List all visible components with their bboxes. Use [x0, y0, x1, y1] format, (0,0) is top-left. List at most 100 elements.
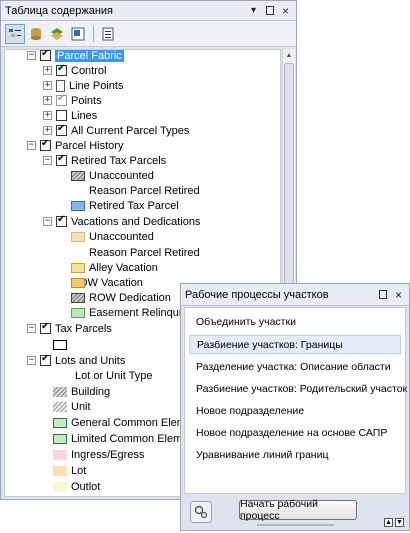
list-by-visibility-icon[interactable]	[47, 24, 67, 44]
toc-title: Таблица содержания	[5, 4, 113, 17]
toolbar-separator	[93, 25, 94, 42]
workflow-item-adjust-boundary-lines[interactable]: Уравнивание линий границ	[189, 446, 401, 465]
hatched-swatch-icon	[71, 292, 85, 303]
collapse-icon[interactable]: −	[27, 324, 36, 333]
collapse-icon[interactable]: −	[27, 51, 36, 60]
auto-hide-pin-button[interactable]	[263, 4, 276, 17]
legend-label: Building	[71, 385, 111, 398]
legend-label: ROW Dedication	[89, 291, 171, 304]
tree-node-vacations[interactable]: − Vacations and Dedications	[43, 214, 200, 229]
expand-icon[interactable]: +	[43, 66, 52, 75]
document-icon	[56, 79, 65, 92]
legend-heading-lot-or-unit-type: Lot or Unit Type	[75, 368, 152, 383]
list-by-selection-icon[interactable]	[68, 24, 88, 44]
green-swatch-icon	[71, 307, 85, 318]
workflow-item-split-parent-parcel[interactable]: Разбиение участков: Родительский участок	[189, 380, 407, 399]
layer-checkbox[interactable]	[56, 63, 67, 76]
layer-label: All Current Parcel Types	[71, 124, 190, 137]
layer-label: Line Points	[69, 79, 124, 92]
tree-node-retired-tax-parcels[interactable]: − Retired Tax Parcels	[43, 153, 166, 168]
legend-item-building: Building	[53, 384, 110, 399]
legend-label: Retired Tax Parcel	[89, 199, 179, 212]
toc-titlebar: Таблица содержания ▾ ×	[1, 1, 296, 21]
tree-node-tax-parcels[interactable]: − Tax Parcels	[27, 321, 112, 336]
workflows-titlebar: Рабочие процессы участков ×	[181, 284, 409, 306]
tree-node-all-current-parcel-types[interactable]: + All Current Parcel Types	[43, 123, 189, 138]
tree-node-lots-and-units[interactable]: − Lots and Units	[27, 353, 125, 368]
scroll-up-icon[interactable]: ▲	[283, 49, 295, 62]
expand-icon[interactable]: +	[43, 111, 52, 120]
list-by-source-icon[interactable]	[26, 24, 46, 44]
list-by-drawing-order-icon[interactable]	[5, 23, 25, 44]
workflow-item-new-subdivision[interactable]: Новое подразделение	[189, 402, 401, 421]
expand-window-icon[interactable]: ▼	[395, 518, 404, 527]
tree-node-parcel-fabric[interactable]: − Parcel Fabric	[27, 49, 124, 63]
layer-label: Control	[71, 64, 107, 77]
layer-label: Lots and Units	[55, 354, 126, 367]
tan-swatch-icon	[53, 465, 67, 476]
hatched-swatch-icon	[53, 386, 67, 397]
collapse-window-icon[interactable]: ▲	[384, 518, 393, 527]
auto-hide-pin-button[interactable]	[376, 288, 389, 301]
workflow-settings-gear-icon[interactable]	[190, 501, 212, 523]
legend-label: Ingress/Egress	[71, 448, 145, 461]
collapse-icon[interactable]: −	[43, 217, 52, 226]
blue-swatch-icon	[71, 200, 85, 211]
layer-checkbox[interactable]	[40, 138, 51, 151]
collapse-icon[interactable]: −	[43, 156, 52, 165]
tan-swatch-icon	[71, 231, 85, 242]
layer-label: Parcel History	[55, 139, 124, 152]
tree-node-control[interactable]: + Control	[43, 63, 106, 78]
layer-checkbox[interactable]	[56, 214, 67, 227]
layer-label: Points	[71, 94, 102, 107]
legend-item-reason: Reason Parcel Retired	[89, 183, 200, 198]
dropdown-icon[interactable]: ▾	[247, 4, 260, 17]
workflow-item-new-subdivision-cad[interactable]: Новое подразделение на основе САПР	[189, 424, 401, 443]
legend-item-alley-vacation: Alley Vacation	[71, 260, 158, 275]
legend-item-row-dedication: ROW Dedication	[71, 290, 171, 305]
orange-swatch-icon	[71, 277, 85, 288]
layer-label: Retired Tax Parcels	[71, 154, 167, 167]
tree-node-parcel-history[interactable]: − Parcel History	[27, 138, 123, 153]
layer-checkbox[interactable]	[56, 93, 67, 106]
workflow-item-split-boundaries[interactable]: Разбиение участков: Границы	[189, 335, 401, 354]
layer-checkbox[interactable]	[56, 110, 67, 121]
layer-checkbox[interactable]	[40, 321, 51, 334]
legend-label: Reason Parcel Retired	[89, 184, 200, 197]
parcel-workflows-window: Рабочие процессы участков × Объединить у…	[180, 283, 410, 531]
legend-label: Unit	[71, 400, 91, 413]
close-icon[interactable]: ×	[392, 288, 405, 301]
legend-item-tax-parcel-symbol	[53, 337, 71, 352]
scrollbar-thumb[interactable]	[284, 63, 294, 313]
expand-icon[interactable]: +	[43, 126, 52, 135]
layer-label: Parcel Fabric	[55, 49, 124, 62]
start-workflow-button[interactable]: Начать рабочий процесс	[239, 498, 357, 522]
close-icon[interactable]: ×	[279, 4, 292, 17]
tree-node-line-points[interactable]: + Line Points	[43, 78, 123, 93]
legend-item-retired-tax-parcel: Retired Tax Parcel	[71, 198, 179, 213]
tree-node-points[interactable]: + Points	[43, 93, 102, 108]
workflows-title: Рабочие процессы участков	[185, 288, 329, 301]
layer-checkbox[interactable]	[40, 353, 51, 366]
green-swatch-icon	[53, 433, 67, 444]
collapse-icon[interactable]: −	[27, 141, 36, 150]
window-resize-buttons: ▲ ▼	[382, 518, 404, 527]
legend-label: Unaccounted	[89, 169, 154, 182]
workflow-item-merge[interactable]: Объединить участки	[189, 313, 401, 332]
legend-item-reason-2: Reason Parcel Retired	[89, 245, 200, 260]
layer-checkbox[interactable]	[40, 50, 51, 61]
legend-label: Alley Vacation	[89, 261, 158, 274]
legend-item-unaccounted-2: Unaccounted	[71, 229, 154, 244]
legend-label: Unaccounted	[89, 230, 154, 243]
layer-checkbox[interactable]	[56, 153, 67, 166]
layer-label: Vacations and Dedications	[71, 215, 201, 228]
workflow-item-split-area-description[interactable]: Разделение участка: Описание области	[189, 358, 401, 377]
tree-node-lines[interactable]: + Lines	[43, 108, 97, 123]
workflows-footer: Начать рабочий процесс ▲ ▼	[184, 495, 406, 529]
layer-checkbox[interactable]	[56, 123, 67, 136]
expand-icon[interactable]: +	[43, 81, 52, 90]
legend-label: Lot	[71, 464, 87, 477]
options-icon[interactable]	[98, 24, 118, 44]
expand-icon[interactable]: +	[43, 96, 52, 105]
collapse-icon[interactable]: −	[27, 356, 36, 365]
